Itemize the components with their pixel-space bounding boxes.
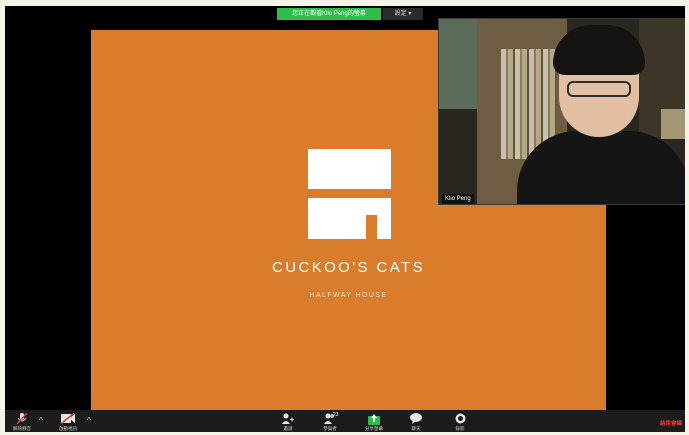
participant-body [517,131,685,204]
mic-muted-icon [16,412,28,426]
participant-count: 23 [333,412,339,418]
chat-label: 聊天 [411,426,421,431]
participant-video-tile[interactable]: Klio Peng [438,18,685,205]
logo-top-block [308,149,391,189]
logo-notch [366,215,377,239]
slide-title: CUCKOO'S CATS [272,259,425,276]
video-bg-lamp [661,109,685,139]
slide-subtitle: HALFWAY HOUSE [309,292,388,299]
audio-options-chevron-icon[interactable]: ^ [39,416,43,425]
participants-label: 參與者 [323,426,337,431]
share-screen-icon [368,413,380,426]
chat-button[interactable]: 聊天 [399,413,433,432]
participant-name-label: Klio Peng [442,194,474,204]
participant-glasses [567,81,631,97]
record-button[interactable]: 錄影 [443,413,477,432]
share-screen-button[interactable]: 分享螢幕 [357,413,391,432]
start-video-button[interactable]: 啟動視訊 [51,412,85,432]
invite-button[interactable]: 邀請 [271,413,305,432]
invite-label: 邀請 [283,426,293,431]
meeting-window: 您正在觀看Klio Peng的螢幕 設定 ▾ CUCKOO'S CATS HAL… [5,6,685,432]
record-label: 錄影 [455,426,465,431]
video-options-chevron-icon[interactable]: ^ [87,416,91,425]
participant-hair [553,25,645,75]
video-off-icon [60,412,75,426]
meeting-toolbar: 解除靜音 ^ 啟動視訊 ^ 邀請 23 參與者 分享螢幕 聊天 錄影 結束會議 [5,410,685,432]
participants-button[interactable]: 23 參與者 [313,412,347,432]
unmute-label: 解除靜音 [13,426,31,431]
view-options-button[interactable]: 設定 ▾ [383,8,423,20]
unmute-button[interactable]: 解除靜音 [5,412,39,432]
chat-icon [410,413,422,426]
logo-bottom-block [308,198,391,239]
invite-icon [282,413,294,426]
record-icon [455,413,466,426]
share-screen-label: 分享螢幕 [365,426,383,431]
end-meeting-button[interactable]: 結束會議 [660,419,682,427]
screen-share-banner[interactable]: 您正在觀看Klio Peng的螢幕 [277,8,381,20]
start-video-label: 啟動視訊 [59,426,77,431]
